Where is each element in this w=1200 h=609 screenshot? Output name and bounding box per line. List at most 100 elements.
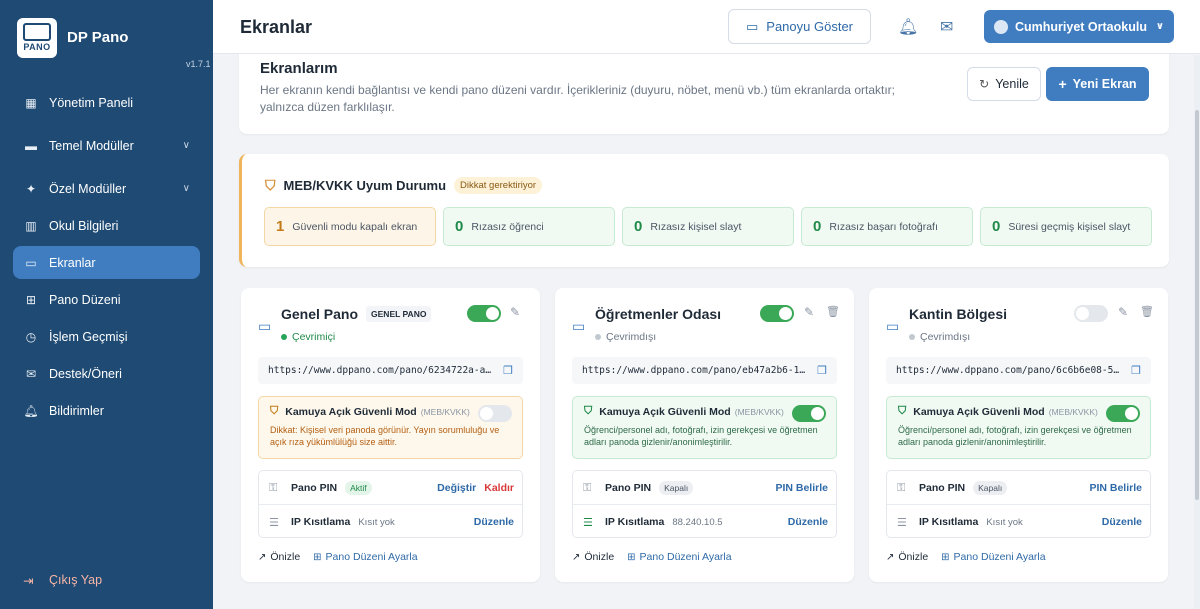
sidebar-item-label: Temel Modüller [49, 138, 134, 153]
status-dot [595, 334, 601, 340]
set-pin-link[interactable]: PIN Belirle [1089, 482, 1142, 494]
app-name: DP Pano [67, 29, 129, 46]
logout-icon: ⇥ [23, 573, 34, 588]
stat-value: 0 [813, 218, 822, 235]
stat-value: 0 [992, 218, 1001, 235]
ip-row: ☰ IP Kısıtlama Kısıt yok Düzenle [897, 513, 1142, 531]
preview-link[interactable]: ↗ Önizle [572, 551, 614, 563]
change-pin-link[interactable]: Değiştir [437, 482, 476, 494]
sidebar-item-board-layout[interactable]: ⊞ Pano Düzeni [13, 283, 200, 316]
screen-active-toggle[interactable] [760, 305, 794, 322]
screen-url[interactable]: https://www.dppano.com/pano/6234722a-ab0… [258, 357, 523, 384]
key-icon: ⚿ [583, 481, 592, 494]
pencil-icon[interactable]: ✎ [804, 305, 814, 319]
monitor-icon: ▭ [258, 318, 272, 334]
layout-icon: ⊞ [627, 551, 636, 563]
screen-active-toggle[interactable] [467, 305, 501, 322]
pencil-icon[interactable]: ✎ [510, 305, 520, 319]
monitor-icon: ▭ [886, 318, 900, 334]
trash-icon[interactable]: 🗑︎ [826, 305, 840, 318]
safe-mode-toggle[interactable] [792, 405, 826, 422]
screen-active-toggle[interactable] [1074, 305, 1108, 322]
refresh-button[interactable]: ↻ Yenile [967, 67, 1041, 101]
layout-settings-link[interactable]: ⊞ Pano Düzeni Ayarla [941, 551, 1045, 563]
status-dot [909, 334, 915, 340]
pin-label: Pano PIN [291, 482, 338, 494]
refresh-icon: ↻ [979, 77, 990, 91]
new-screen-label: Yeni Ekran [1072, 77, 1137, 91]
brand[interactable]: PANO DP Pano [0, 0, 213, 58]
security-box: ⚿ Pano PIN Kapalı PIN Belirle ☰ IP Kısıt… [886, 470, 1151, 538]
pin-row: ⚿ Pano PIN Aktif Değiştir Kaldır [269, 479, 514, 497]
edit-ip-link[interactable]: Düzenle [788, 516, 828, 528]
stat-label: Rızasız öğrenci [471, 220, 544, 233]
stat-label: Rızasız kişisel slayt [650, 220, 742, 233]
stat-unsafe-screens: 1 Güvenli modu kapalı ekran [264, 207, 436, 246]
sidebar-item-label: Pano Düzeni [49, 292, 121, 307]
screen-card-teachers-room: ▭ Öğretmenler Odası Çevrimdışı ✎ 🗑︎ http… [555, 288, 854, 582]
user-menu-button[interactable]: Cumhuriyet Ortaokulu ∨ [984, 10, 1174, 43]
stat-no-consent-students: 0 Rızasız öğrenci [443, 207, 615, 246]
sidebar-item-dashboard[interactable]: ▦ Yönetim Paneli [13, 86, 200, 119]
screen-url[interactable]: https://www.dppano.com/pano/6c6b6e08-537… [886, 357, 1151, 384]
edit-ip-link[interactable]: Düzenle [474, 516, 514, 528]
layout-icon: ⊞ [25, 292, 37, 307]
sidebar-item-core-modules[interactable]: ▬ Temel Modüller ∨ [13, 129, 200, 162]
copy-icon[interactable]: ❐ [1131, 364, 1141, 377]
compliance-title: ⛉ MEB/KVKK Uyum Durumu Dikkat gerektiriy… [265, 177, 543, 194]
status-indicator: Çevrimdışı [595, 331, 656, 343]
screens-panel: Ekranlarım Her ekranın kendi bağlantısı … [239, 54, 1169, 134]
edit-ip-link[interactable]: Düzenle [1102, 516, 1142, 528]
sidebar-item-history[interactable]: ◷ İşlem Geçmişi [13, 320, 200, 353]
bell-icon: 🔔︎ [23, 403, 39, 418]
briefcase-icon: ▬ [25, 138, 37, 153]
logout-button[interactable]: ⇥ Çıkış Yap [13, 566, 200, 594]
stat-expired-slides: 0 Süresi geçmiş kişisel slayt [980, 207, 1152, 246]
pencil-icon[interactable]: ✎ [1118, 305, 1128, 319]
status-text: Çevrimdışı [606, 331, 657, 343]
sidebar-item-custom-modules[interactable]: ✦ Özel Modüller ∨ [13, 172, 200, 205]
screen-url[interactable]: https://www.dppano.com/pano/eb47a2b6-1de… [572, 357, 837, 384]
sidebar-item-support[interactable]: ✉ Destek/Öneri [13, 357, 200, 390]
set-pin-link[interactable]: PIN Belirle [775, 482, 828, 494]
monitor-logo-icon [23, 23, 51, 41]
copy-icon[interactable]: ❐ [503, 364, 513, 377]
bell-icon[interactable]: 🔔︎ [898, 17, 918, 37]
layout-settings-link[interactable]: ⊞ Pano Düzeni Ayarla [313, 551, 417, 563]
shield-icon: ⛉ [584, 405, 593, 417]
safe-mode-sublabel: (MEB/KVKK) [734, 406, 784, 417]
new-screen-button[interactable]: + Yeni Ekran [1046, 67, 1149, 101]
preview-label: Önizle [270, 551, 301, 563]
sidebar-item-notifications[interactable]: 🔔︎ Bildirimler [13, 394, 200, 427]
copy-icon[interactable]: ❐ [817, 364, 827, 377]
layout-icon: ⊞ [313, 551, 322, 563]
logo-text: PANO [23, 42, 51, 52]
safe-mode-row: ⛉ Kamuya Açık Güvenli Mod (MEB/KVKK) [270, 405, 511, 418]
app-version: v1.7.1 [186, 59, 211, 69]
layout-settings-link[interactable]: ⊞ Pano Düzeni Ayarla [627, 551, 731, 563]
preview-label: Önizle [898, 551, 929, 563]
trash-icon[interactable]: 🗑︎ [1140, 305, 1154, 318]
safe-mode-sublabel: (MEB/KVKK) [420, 406, 470, 417]
pin-actions: PIN Belirle [775, 482, 828, 494]
show-board-button[interactable]: ▭ Panoyu Göster [728, 9, 871, 44]
divider [259, 504, 522, 505]
remove-pin-link[interactable]: Kaldır [484, 482, 514, 494]
status-text: Çevrimiçi [292, 331, 336, 343]
safe-mode-toggle[interactable] [478, 405, 512, 422]
preview-link[interactable]: ↗ Önizle [258, 551, 300, 563]
sidebar: PANO DP Pano v1.7.1 ▦ Yönetim Paneli ▬ T… [0, 0, 213, 609]
preview-link[interactable]: ↗ Önizle [886, 551, 928, 563]
safe-mode-description: Öğrenci/personel adı, fotoğrafı, izin ge… [584, 425, 818, 447]
sidebar-item-screens[interactable]: ▭ Ekranlar [13, 246, 200, 279]
scrollbar-thumb[interactable] [1195, 110, 1199, 500]
safe-mode-toggle[interactable] [1106, 405, 1140, 422]
ip-actions: Düzenle [474, 516, 514, 528]
status-indicator: Çevrimiçi [281, 331, 335, 343]
pin-row: ⚿ Pano PIN Kapalı PIN Belirle [897, 479, 1142, 497]
ip-label: IP Kısıtlama [291, 516, 351, 528]
mail-icon[interactable]: ✉ [940, 17, 953, 37]
external-link-icon: ↗ [886, 551, 895, 563]
sidebar-item-school-info[interactable]: ▥ Okul Bilgileri [13, 209, 200, 242]
safe-mode-box: ⛉ Kamuya Açık Güvenli Mod (MEB/KVKK) Öğr… [572, 396, 837, 459]
